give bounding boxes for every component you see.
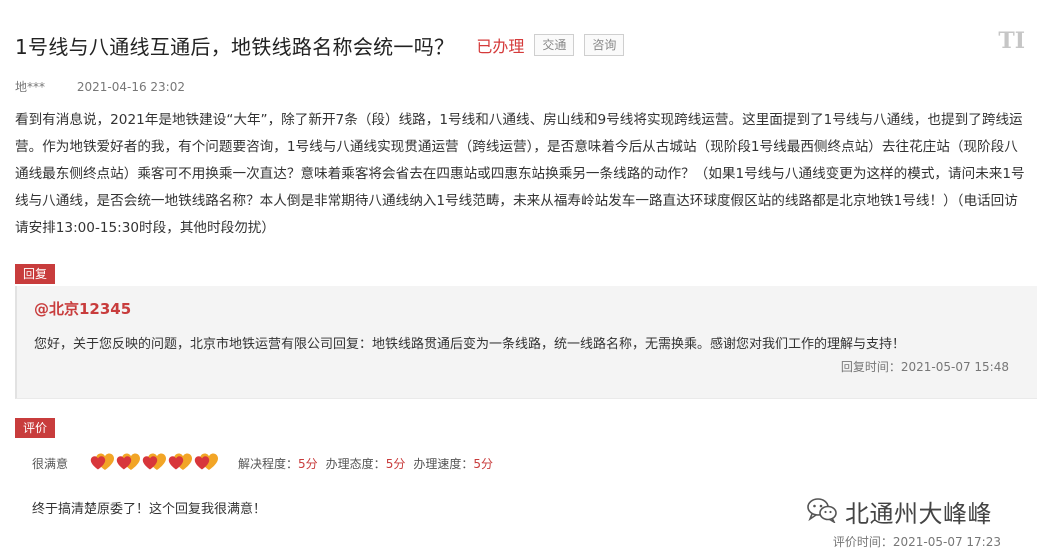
heart-icon — [90, 453, 115, 470]
tag-consult[interactable]: 咨询 — [584, 34, 625, 56]
rating-attitude-value: 5分 — [385, 456, 406, 471]
evaluation-time: 评价时间：2021-05-07 17:23 — [833, 533, 1001, 550]
evaluation-badge: 评价 — [15, 418, 56, 438]
heart-icon — [116, 453, 141, 470]
reply-box: @北京12345 您好，关于您反映的问题，北京市地铁运营有限公司回复：地铁线路贯… — [15, 286, 1037, 399]
wechat-icon — [807, 497, 837, 527]
reply-time: 回复时间：2021-05-07 15:48 — [841, 358, 1009, 375]
title-row: 1号线与八通线互通后，地铁线路名称会统一吗？ 已办理 交通 咨询 — [15, 28, 625, 62]
question-body: 看到有消息说，2021年是地铁建设“大年”，除了新开7条（段）线路，1号线和八通… — [15, 112, 1025, 236]
post-date: 2021-04-16 23:02 — [76, 80, 185, 94]
page-title: 1号线与八通线互通后，地铁线路名称会统一吗？ — [15, 34, 455, 59]
evaluation-time-value: 2021-05-07 17:23 — [892, 535, 1001, 549]
heart-icon — [194, 453, 219, 470]
tag-traffic[interactable]: 交通 — [534, 34, 575, 56]
reply-author[interactable]: @北京12345 — [34, 298, 131, 319]
post-meta: 地*** 2021-04-16 23:02 — [15, 78, 185, 95]
rating-speed-value: 5分 — [473, 456, 493, 471]
rating-resolve: 解决程度：5分 — [238, 455, 318, 472]
author-name: 地*** — [15, 80, 46, 94]
rating-row: 很满意 解决程度：5分 办理态度：5分 办理速度：5分 — [32, 452, 501, 474]
heart-icon — [168, 453, 193, 470]
overall-rating: 很满意 — [32, 456, 69, 471]
heart-icon — [142, 453, 167, 470]
rating-resolve-value: 5分 — [298, 456, 318, 471]
reply-content: 您好，关于您反映的问题，北京市地铁运营有限公司回复：地铁线路贯通后变为一条线路，… — [34, 337, 906, 352]
heart-rating — [90, 452, 220, 474]
evaluation-time-label: 评价时间： — [832, 535, 893, 549]
reply-badge: 回复 — [15, 264, 56, 284]
rating-speed-label: 办理速度： — [413, 456, 474, 471]
evaluation-comment: 终于搞清楚原委了！这个回复我很满意！ — [32, 502, 267, 517]
rating-resolve-label: 解决程度： — [238, 456, 299, 471]
reply-time-label: 回复时间： — [840, 360, 901, 374]
rating-attitude: 办理态度：5分 — [326, 455, 406, 472]
status-label: 已办理 — [476, 37, 525, 56]
rating-speed: 办理速度：5分 — [413, 455, 493, 472]
font-size-button[interactable]: TI — [998, 28, 1025, 54]
reply-time-value: 2021-05-07 15:48 — [900, 360, 1009, 374]
watermark-text: 北通州大峰峰 — [845, 500, 992, 528]
rating-attitude-label: 办理态度： — [325, 456, 386, 471]
watermark: 北通州大峰峰 — [807, 494, 992, 529]
